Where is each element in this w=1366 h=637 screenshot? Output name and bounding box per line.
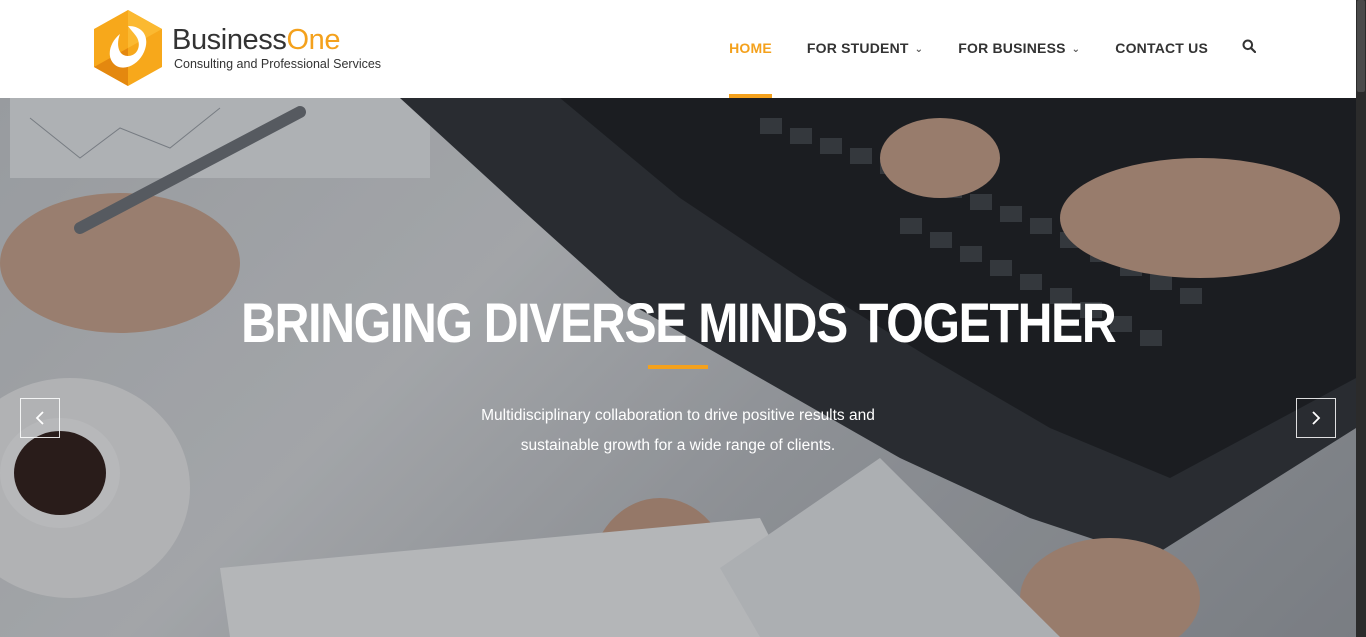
brand-name-main: Business (172, 24, 287, 56)
nav-item-label: CONTACT US (1115, 40, 1208, 56)
site-header: BusinessOne Consulting and Professional … (0, 0, 1356, 98)
slider-next-button[interactable] (1296, 398, 1336, 438)
nav-item-for-student[interactable]: FOR STUDENT ⌄ (807, 0, 923, 98)
chevron-left-icon (35, 411, 44, 425)
search-icon (1242, 39, 1257, 54)
hero-divider (648, 365, 708, 369)
main-nav: HOME FOR STUDENT ⌄ FOR BUSINESS ⌄ CONTACT … (694, 0, 1257, 98)
logo[interactable]: BusinessOne Consulting and Professional … (92, 8, 412, 90)
chevron-right-icon (1312, 411, 1321, 425)
search-button[interactable] (1242, 0, 1257, 98)
page-scrollbar[interactable] (1356, 0, 1366, 637)
nav-item-contact-us[interactable]: CONTACT US (1115, 0, 1208, 98)
nav-item-label: FOR STUDENT (806, 40, 909, 56)
hero-subtitle-line-2: sustainable growth for a wide range of c… (520, 437, 836, 454)
scrollbar-thumb[interactable] (1357, 0, 1365, 92)
hero-title: BRINGING DIVERSE MINDS TOGETHER (241, 291, 1117, 354)
brand-tagline: Consulting and Professional Services (174, 57, 382, 71)
brand-name: BusinessOne (172, 24, 341, 56)
slider-prev-button[interactable] (20, 398, 60, 438)
nav-item-home[interactable]: HOME (729, 0, 772, 98)
hero-subtitle: Multidisciplinary collaboration to drive… (0, 401, 1356, 461)
hexagon-logo-icon (94, 10, 162, 86)
hero-subtitle-line-1: Multidisciplinary collaboration to drive… (481, 407, 875, 424)
nav-item-label: FOR BUSINESS (958, 40, 1066, 56)
nav-item-label: HOME (729, 40, 772, 56)
hero-slider: BRINGING DIVERSE MINDS TOGETHER Multidis… (0, 98, 1356, 637)
chevron-down-icon: ⌄ (914, 44, 924, 55)
brand-name-accent: One (286, 24, 341, 56)
chevron-down-icon: ⌄ (1071, 44, 1081, 55)
nav-item-for-business[interactable]: FOR BUSINESS ⌄ (958, 0, 1080, 98)
